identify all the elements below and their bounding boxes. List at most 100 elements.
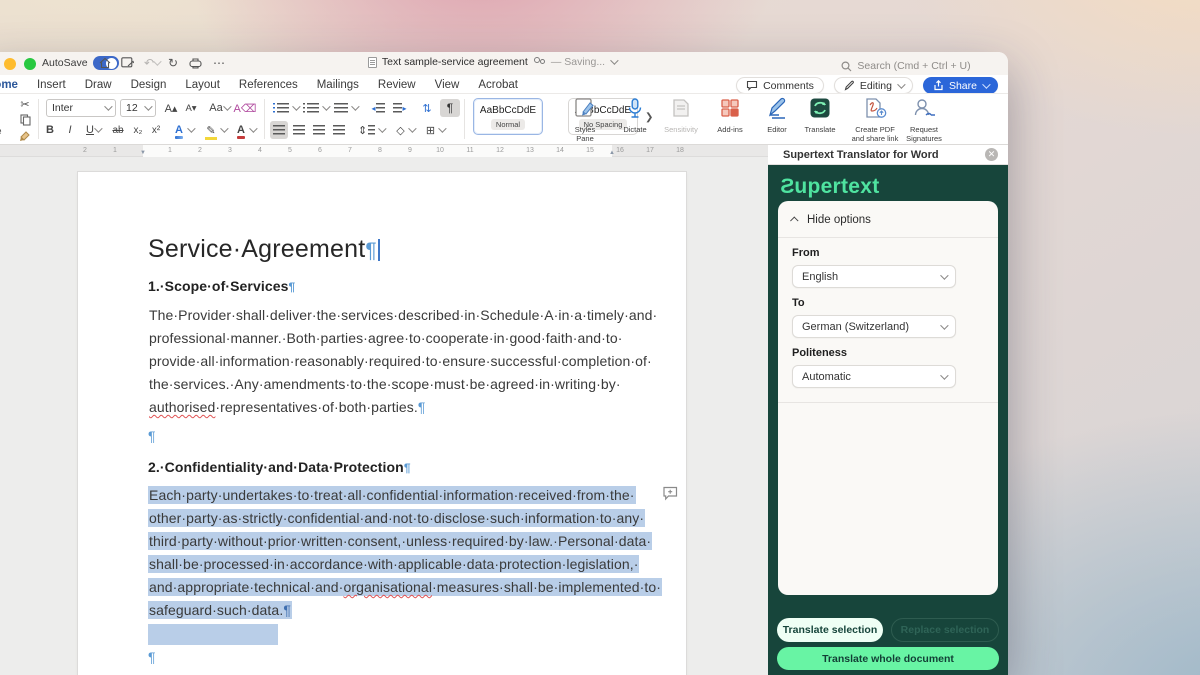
dictate-button[interactable]: Dictate <box>609 97 661 135</box>
font-color-icon[interactable]: A <box>232 122 260 138</box>
add-comment-icon[interactable] <box>662 486 679 501</box>
selected-doc-line: Each·party·undertakes·to·treat·all·confi… <box>148 485 636 506</box>
document-page[interactable]: Service·Agreement¶1.·Scope·of·Services¶T… <box>78 172 686 675</box>
sort-icon[interactable]: ⇅ <box>418 100 436 116</box>
superscript-icon[interactable]: x² <box>148 122 164 138</box>
panel-close-icon[interactable]: ✕ <box>985 148 998 161</box>
search-bar[interactable]: Search (Cmd + Ctrl + U) <box>776 60 1008 72</box>
line-spacing-icon[interactable]: ⇕ <box>358 122 384 138</box>
minimize-window-button[interactable] <box>4 58 16 70</box>
panel-title: Supertext Translator for Word <box>783 149 985 161</box>
styles-pane-button[interactable]: Styles Pane <box>559 97 611 143</box>
to-dropdown[interactable]: German (Switzerland) <box>792 315 956 338</box>
from-label: From <box>792 247 984 259</box>
replace-selection-button[interactable]: Replace selection <box>891 618 999 642</box>
decrease-indent-icon[interactable]: ◂ <box>368 100 388 116</box>
translate-selection-button[interactable]: Translate selection <box>777 618 883 642</box>
selected-doc-line: and·appropriate·technical·and·organisati… <box>148 577 662 598</box>
tab-view[interactable]: View <box>435 79 460 91</box>
ruler-number: 16 <box>616 147 624 154</box>
underline-icon[interactable]: U <box>80 122 106 138</box>
people-icon <box>533 57 546 67</box>
dictate-icon <box>624 97 646 124</box>
show-paragraph-marks-icon[interactable]: ¶ <box>440 99 460 117</box>
justify-icon[interactable] <box>330 122 348 138</box>
chevron-down-icon <box>940 371 948 379</box>
search-placeholder: Search (Cmd + Ctrl + U) <box>857 60 970 72</box>
shrink-font-icon[interactable]: A▾ <box>182 100 200 116</box>
ruler-number: 15 <box>586 147 594 154</box>
translate-whole-document-button[interactable]: Translate whole document <box>777 647 999 670</box>
ruler-number: 1 <box>113 147 117 154</box>
zoom-window-button[interactable] <box>24 58 36 70</box>
tab-acrobat[interactable]: Acrobat <box>478 79 518 91</box>
tab-references[interactable]: References <box>239 79 298 91</box>
save-icon[interactable] <box>118 55 136 71</box>
tab-draw[interactable]: Draw <box>85 79 112 91</box>
sensitivity-button: Sensitivity <box>655 97 707 135</box>
multilevel-list-icon[interactable] <box>332 100 358 116</box>
tab-mailings[interactable]: Mailings <box>317 79 359 91</box>
comments-button[interactable]: Comments <box>736 77 824 94</box>
cut-icon[interactable]: ✂ <box>16 98 34 111</box>
format-painter-icon[interactable] <box>16 130 34 142</box>
supertext-panel: Supertext Translator for Word ✕ Supertex… <box>768 145 1008 675</box>
paste-label: Paste <box>0 126 10 136</box>
tab-review[interactable]: Review <box>378 79 416 91</box>
italic-icon[interactable]: I <box>62 122 78 138</box>
add-ins-button[interactable]: Add-ins <box>704 97 756 135</box>
document-canvas: Service·Agreement¶1.·Scope·of·Services¶T… <box>0 157 768 675</box>
bold-icon[interactable]: B <box>42 122 58 138</box>
change-case-icon[interactable]: Aa <box>206 100 232 116</box>
to-value: German (Switzerland) <box>802 321 909 333</box>
ruler-number: 11 <box>466 147 473 154</box>
paste-button[interactable] <box>0 98 10 124</box>
left-indent-marker[interactable]: ▼ <box>140 150 146 156</box>
text-effects-icon[interactable]: A <box>170 122 198 138</box>
tab-home[interactable]: Home <box>0 79 18 91</box>
more-commands-icon[interactable]: ⋯ <box>210 55 228 71</box>
subscript-icon[interactable]: x₂ <box>130 122 146 138</box>
redo-icon[interactable]: ↻ <box>164 55 182 71</box>
print-icon[interactable] <box>186 55 204 71</box>
strikethrough-icon[interactable]: ab <box>108 122 128 138</box>
font-name-select[interactable]: Inter <box>46 99 116 117</box>
ruler-number: 2 <box>83 147 87 154</box>
tab-design[interactable]: Design <box>131 79 167 91</box>
editing-dropdown[interactable]: Editing <box>834 77 913 94</box>
font-size-select[interactable]: 12 <box>120 99 156 117</box>
bullets-icon[interactable] <box>272 100 298 116</box>
title-chevron-icon[interactable] <box>610 56 618 64</box>
ruler-number: 4 <box>258 147 262 154</box>
copy-icon[interactable] <box>16 114 34 126</box>
increase-indent-icon[interactable]: ▸ <box>390 100 410 116</box>
from-value: English <box>802 271 838 283</box>
tab-layout[interactable]: Layout <box>185 79 220 91</box>
hide-options-toggle[interactable]: Hide options <box>792 210 984 230</box>
numbering-icon[interactable] <box>302 100 328 116</box>
create-pdf-button[interactable]: Create PDF and share link <box>849 97 901 143</box>
align-center-icon[interactable] <box>290 122 308 138</box>
doc-title: Service·Agreement¶ <box>148 234 380 266</box>
align-right-icon[interactable] <box>310 122 328 138</box>
pencil-icon <box>844 80 855 91</box>
request-signatures-button[interactable]: Request Signatures <box>898 97 950 143</box>
borders-icon[interactable]: ⊞ <box>422 122 448 138</box>
clear-formatting-icon[interactable]: A⌫ <box>236 100 254 116</box>
style-normal[interactable]: AaBbCcDdE Normal <box>473 98 543 135</box>
shading-icon[interactable]: ◇ <box>392 122 418 138</box>
right-indent-marker[interactable]: ▲ <box>609 150 615 156</box>
undo-chevron-icon[interactable] <box>152 55 160 71</box>
politeness-label: Politeness <box>792 347 984 359</box>
to-label: To <box>792 297 984 309</box>
highlight-icon[interactable]: ✎ <box>202 122 230 138</box>
translate-button[interactable]: Translate <box>794 97 846 135</box>
tab-insert[interactable]: Insert <box>37 79 66 91</box>
politeness-dropdown[interactable]: Automatic <box>792 365 956 388</box>
grow-font-icon[interactable]: A▴ <box>162 100 180 116</box>
align-left-icon[interactable] <box>270 121 288 139</box>
home-icon[interactable] <box>96 55 114 71</box>
share-button[interactable]: Share <box>923 77 998 94</box>
from-dropdown[interactable]: English <box>792 265 956 288</box>
ruler-number: 13 <box>526 147 534 154</box>
